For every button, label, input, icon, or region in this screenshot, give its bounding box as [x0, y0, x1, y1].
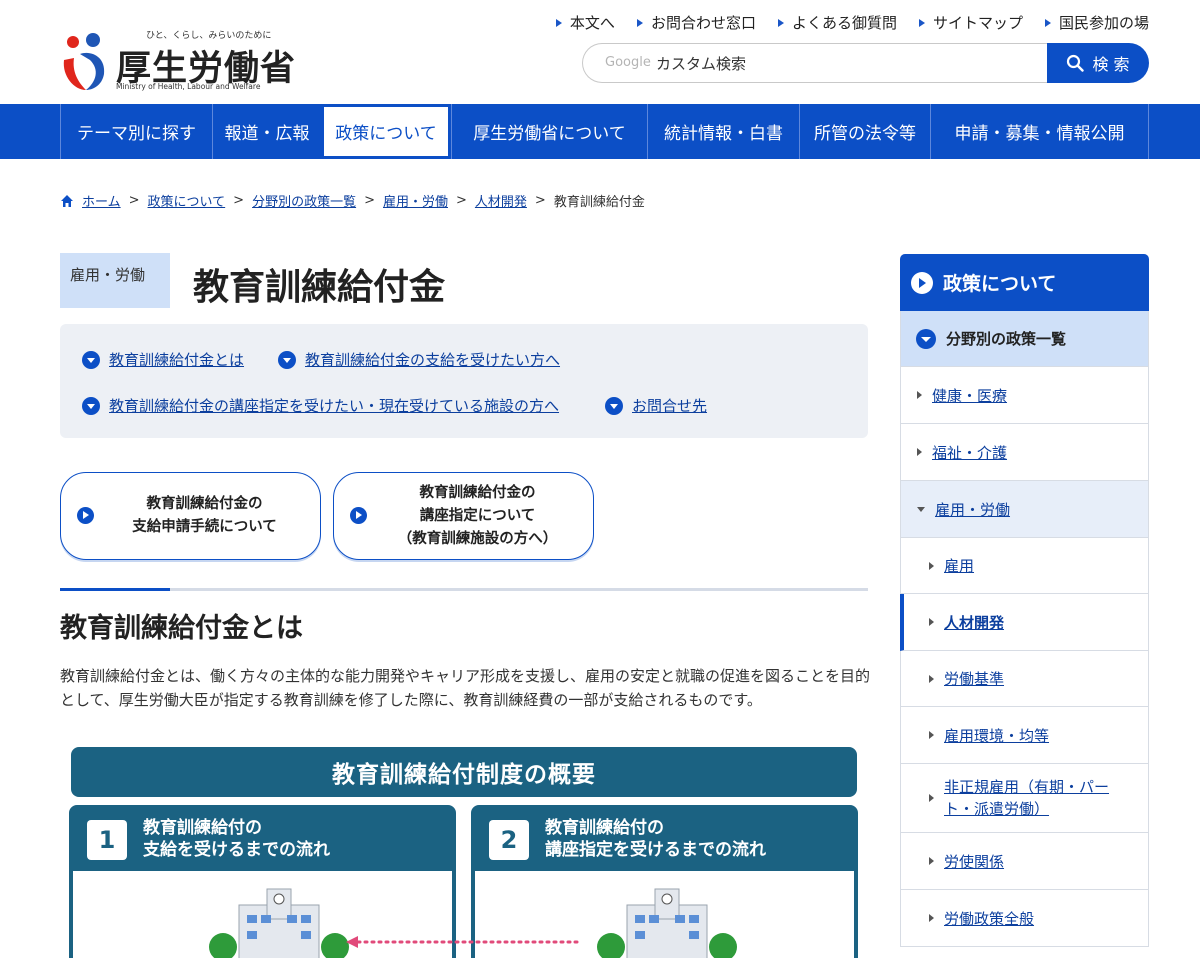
- search-placeholder: カスタム検索: [656, 55, 747, 73]
- search-input[interactable]: Google カスタム検索: [582, 43, 1063, 83]
- sidebar-item-labor-policy[interactable]: 労働政策全般: [900, 890, 1149, 947]
- sidebar-item-labor-standards[interactable]: 労働基準: [900, 651, 1149, 707]
- sidebar-item-health[interactable]: 健康・医療: [900, 367, 1149, 424]
- utility-links: 本文へ お問合わせ窓口 よくある御質問 サイトマップ 国民参加の場: [555, 12, 1149, 33]
- breadcrumb-separator: >: [233, 193, 245, 208]
- chevron-down-icon: [278, 350, 296, 369]
- sidebar: 政策について 分野別の政策一覧 健康・医療 福祉・介護 雇用・労働 雇用 人材開…: [900, 254, 1149, 958]
- sidebar-item-welfare[interactable]: 福祉・介護: [900, 424, 1149, 481]
- triangle-right-icon: [636, 18, 643, 27]
- breadcrumb-home[interactable]: ホーム: [82, 191, 121, 210]
- step-number: 2: [489, 820, 529, 860]
- triangle-right-icon: [917, 391, 922, 399]
- utility-link-faq[interactable]: よくある御質問: [777, 12, 897, 33]
- sidebar-item-equality[interactable]: 雇用環境・均等: [900, 707, 1149, 764]
- triangle-right-icon: [929, 857, 934, 865]
- triangle-right-icon: [555, 18, 562, 27]
- breadcrumb-separator: >: [456, 193, 467, 208]
- search-icon: [1067, 54, 1085, 72]
- sidebar-item-employment[interactable]: 雇用・労働: [900, 481, 1149, 538]
- page-title: 教育訓練給付金: [193, 267, 446, 308]
- anchor-link-recipients[interactable]: 教育訓練給付金の支給を受けたい方へ: [278, 349, 560, 370]
- search-button[interactable]: 検 索: [1047, 43, 1149, 83]
- breadcrumb-separator: >: [128, 193, 140, 208]
- sidebar-item-labor-relations[interactable]: 労使関係: [900, 833, 1149, 890]
- triangle-right-icon: [917, 448, 922, 456]
- breadcrumb-hrd[interactable]: 人材開発: [475, 191, 527, 210]
- triangle-right-icon: [1044, 18, 1051, 27]
- anchor-link-contact[interactable]: お問合せ先: [605, 395, 707, 416]
- breadcrumb-separator: >: [534, 193, 546, 208]
- arrow-right-circle-icon: [350, 507, 367, 524]
- diagram-title: 教育訓練給付制度の概要: [71, 747, 857, 797]
- anchor-link-about[interactable]: 教育訓練給付金とは: [82, 349, 244, 370]
- sidebar-item-koyo[interactable]: 雇用: [900, 538, 1149, 594]
- triangle-right-icon: [777, 18, 784, 27]
- utility-link-contact[interactable]: お問合わせ窓口: [636, 12, 756, 33]
- sidebar-item-policy-list[interactable]: 分野別の政策一覧: [900, 311, 1149, 367]
- school-building-icon: [209, 888, 349, 958]
- nav-item-about[interactable]: 厚生労働省について: [451, 104, 647, 159]
- breadcrumb-policy[interactable]: 政策について: [148, 191, 226, 210]
- section-heading: 教育訓練給付金とは: [60, 613, 303, 644]
- triangle-right-icon: [929, 794, 934, 802]
- page-anchor-links: 教育訓練給付金とは 教育訓練給付金の支給を受けたい方へ 教育訓練給付金の講座指定…: [60, 324, 868, 438]
- chevron-down-icon: [916, 328, 936, 349]
- school-building-icon: [597, 888, 737, 958]
- logo-english-name: Ministry of Health, Labour and Welfare: [116, 82, 261, 91]
- anchor-link-facilities[interactable]: 教育訓練給付金の講座指定を受けたい・現在受けている施設の方へ: [82, 395, 559, 416]
- step-number: 1: [87, 820, 127, 860]
- course-designation-button[interactable]: 教育訓練給付金の 講座指定について （教育訓練施設の方へ）: [333, 472, 594, 560]
- nav-item-policy[interactable]: 政策について: [321, 104, 451, 159]
- utility-link-main-content[interactable]: 本文へ: [555, 12, 615, 33]
- nav-item-laws[interactable]: 所管の法令等: [799, 104, 930, 159]
- nav-item-press[interactable]: 報道・広報: [212, 104, 321, 159]
- arrow-right-circle-icon: [77, 507, 94, 524]
- category-badge: 雇用・労働: [60, 253, 170, 308]
- section-divider: [60, 588, 868, 591]
- site-header: ひと、くらし、みらいのために 厚生労働省 Ministry of Health,…: [0, 0, 1200, 104]
- section-body: 教育訓練給付金とは、働く方々の主体的な能力開発やキャリア形成を支援し、雇用の安定…: [60, 667, 871, 709]
- breadcrumb-employment[interactable]: 雇用・労働: [383, 191, 448, 210]
- breadcrumb: ホーム > 政策について > 分野別の政策一覧 > 雇用・労働 > 人材開発 >…: [60, 191, 645, 210]
- utility-link-sitemap[interactable]: サイトマップ: [918, 12, 1023, 33]
- triangle-right-icon: [929, 731, 934, 739]
- chevron-down-icon: [82, 396, 100, 415]
- sidebar-heading-policy[interactable]: 政策について: [900, 254, 1149, 311]
- utility-link-participation[interactable]: 国民参加の場: [1044, 12, 1149, 33]
- sidebar-item-non-regular[interactable]: 非正規雇用（有期・パー ト・派遣労働）: [900, 764, 1149, 833]
- breadcrumb-current: 教育訓練給付金: [553, 195, 645, 210]
- search-brand: Google: [605, 55, 651, 70]
- nav-item-statistics[interactable]: 統計情報・白書: [647, 104, 799, 159]
- triangle-right-icon: [929, 914, 934, 922]
- breadcrumb-separator: >: [364, 193, 375, 208]
- overview-diagram: 教育訓練給付制度の概要 1 教育訓練給付の 支給を受けるまでの流れ 2 教育訓練…: [68, 747, 858, 958]
- application-procedure-button[interactable]: 教育訓練給付金の 支給申請手続について: [60, 472, 321, 560]
- mhlw-logo[interactable]: ひと、くらし、みらいのために 厚生労働省 Ministry of Health,…: [60, 16, 295, 96]
- sidebar-item-hrd[interactable]: 人材開発: [900, 594, 1149, 651]
- arrow-right-circle-icon: [911, 271, 933, 294]
- triangle-right-icon: [929, 618, 934, 626]
- chevron-down-icon: [82, 350, 100, 369]
- nav-item-theme[interactable]: テーマ別に探す: [60, 104, 212, 159]
- logo-mark-icon: [63, 33, 105, 90]
- triangle-right-icon: [918, 18, 925, 27]
- triangle-right-icon: [929, 561, 934, 570]
- triangle-right-icon: [929, 674, 934, 683]
- chevron-down-icon: [605, 396, 623, 415]
- nav-item-applications[interactable]: 申請・募集・情報公開: [930, 104, 1149, 159]
- triangle-down-icon: [917, 506, 925, 512]
- breadcrumb-policy-list[interactable]: 分野別の政策一覧: [252, 191, 356, 210]
- site-search: Google カスタム検索 検 索: [582, 43, 1149, 83]
- dotted-arrow-left-icon: [346, 936, 582, 948]
- home-icon: [61, 194, 73, 207]
- global-nav: テーマ別に探す 報道・広報 政策について 厚生労働省について 統計情報・白書 所…: [0, 104, 1200, 159]
